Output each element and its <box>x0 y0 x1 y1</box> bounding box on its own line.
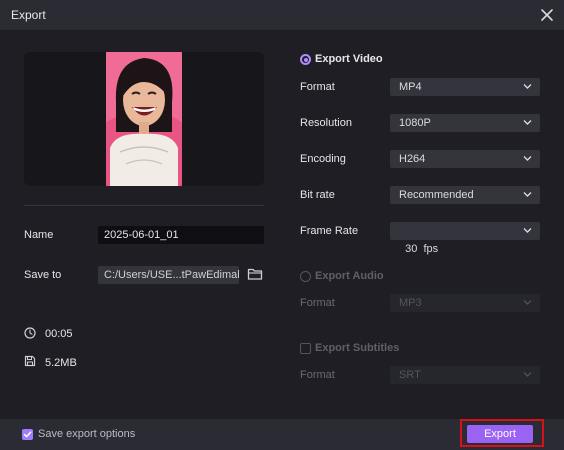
frame-rate-select-value: 30 fps <box>405 243 439 255</box>
save-options-label[interactable]: Save export options <box>38 428 135 440</box>
export-subtitles-checkbox[interactable] <box>300 343 311 354</box>
resolution-select-value: 1080P <box>399 117 431 129</box>
subtitle-format-label: Format <box>300 369 335 381</box>
audio-format-select: MP3 <box>390 294 540 312</box>
preview-thumbnail <box>106 52 182 186</box>
frame-rate-select[interactable]: 30 fps <box>390 222 540 255</box>
export-subtitles-title[interactable]: Export Subtitles <box>315 342 399 354</box>
encoding-select[interactable]: H264 <box>390 150 540 168</box>
chevron-down-icon <box>523 156 532 161</box>
format-select-value: MP4 <box>399 81 422 93</box>
file-size-value: 5.2MB <box>45 357 77 369</box>
encoding-label: Encoding <box>300 153 346 165</box>
close-icon[interactable] <box>538 6 556 24</box>
clock-icon <box>24 327 36 339</box>
audio-format-label: Format <box>300 297 335 309</box>
chevron-down-icon <box>523 192 532 197</box>
name-label: Name <box>24 229 54 241</box>
export-audio-title[interactable]: Export Audio <box>315 270 384 282</box>
duration-value: 00:05 <box>45 328 73 340</box>
audio-format-select-value: MP3 <box>399 297 422 309</box>
chevron-down-icon <box>523 372 532 377</box>
save-options-checkbox[interactable] <box>22 429 33 440</box>
resolution-select[interactable]: 1080P <box>390 114 540 132</box>
subtitle-format-select: SRT <box>390 366 540 384</box>
title-bar <box>0 0 564 30</box>
export-button[interactable]: Export <box>467 425 533 443</box>
export-video-radio[interactable] <box>300 54 311 65</box>
folder-icon[interactable] <box>247 267 263 281</box>
name-input[interactable] <box>98 226 264 244</box>
export-video-title[interactable]: Export Video <box>315 53 383 65</box>
left-divider <box>24 205 264 206</box>
save-path-field[interactable]: C:/Users/USE...tPawEdimakor <box>98 266 239 284</box>
resolution-label: Resolution <box>300 117 352 129</box>
save-disk-icon <box>24 355 36 367</box>
chevron-down-icon <box>523 84 532 89</box>
video-preview <box>24 52 264 186</box>
bit-rate-label: Bit rate <box>300 189 335 201</box>
dialog-title: Export <box>11 8 46 22</box>
encoding-select-value: H264 <box>399 153 426 165</box>
bit-rate-select[interactable]: Recommended <box>390 186 540 204</box>
chevron-down-icon <box>523 300 532 305</box>
save-to-label: Save to <box>24 269 62 281</box>
format-label: Format <box>300 81 335 93</box>
format-select[interactable]: MP4 <box>390 78 540 96</box>
subtitle-format-select-value: SRT <box>399 369 421 381</box>
bit-rate-select-value: Recommended <box>399 189 474 201</box>
chevron-down-icon <box>523 120 532 125</box>
checkmark-icon <box>23 431 32 438</box>
frame-rate-label: Frame Rate <box>300 225 359 237</box>
chevron-down-icon <box>523 228 532 233</box>
export-audio-radio[interactable] <box>300 271 311 282</box>
